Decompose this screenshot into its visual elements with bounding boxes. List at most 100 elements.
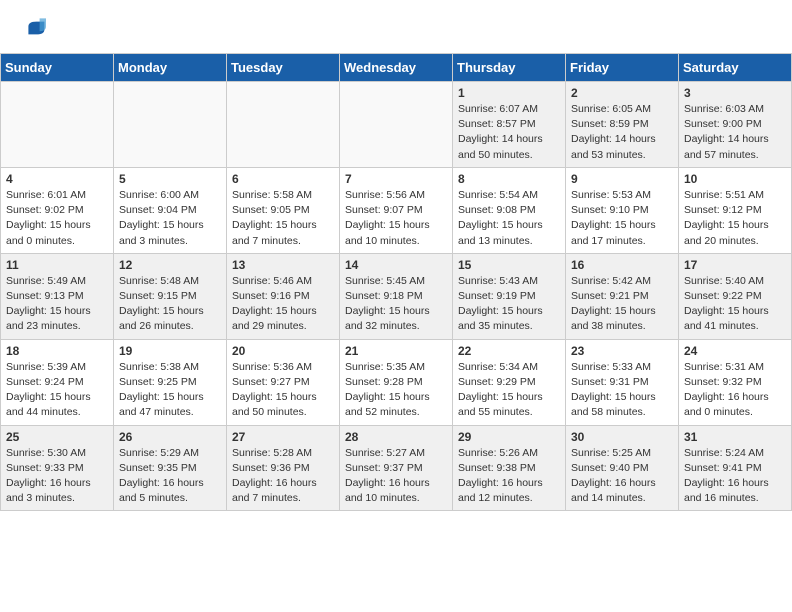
day-header-tuesday: Tuesday <box>227 54 340 82</box>
day-number: 29 <box>458 430 560 444</box>
day-info: Sunrise: 6:01 AMSunset: 9:02 PMDaylight:… <box>6 188 108 249</box>
logo <box>20 16 46 45</box>
day-number: 5 <box>119 172 221 186</box>
calendar-cell: 21 Sunrise: 5:35 AMSunset: 9:28 PMDayligh… <box>340 339 453 425</box>
day-number: 30 <box>571 430 673 444</box>
day-number: 22 <box>458 344 560 358</box>
calendar-cell: 13Sunrise: 5:46 AMSunset: 9:16 PMDayligh… <box>227 253 340 339</box>
day-info: Sunrise: 5:29 AMSunset: 9:35 PMDaylight:… <box>119 446 221 507</box>
calendar-cell: 18 Sunrise: 5:39 AMSunset: 9:24 PMDayligh… <box>1 339 114 425</box>
day-header-thursday: Thursday <box>453 54 566 82</box>
day-number: 3 <box>684 86 786 100</box>
day-number: 25 <box>6 430 108 444</box>
calendar-cell: 25 Sunrise: 5:30 AMSunset: 9:33 PMDayligh… <box>1 425 114 511</box>
calendar-week-row: 18 Sunrise: 5:39 AMSunset: 9:24 PMDayligh… <box>1 339 792 425</box>
day-info: Sunrise: 5:35 AMSunset: 9:28 PMDaylight:… <box>345 360 447 421</box>
day-info: Sunrise: 5:26 AMSunset: 9:38 PMDaylight:… <box>458 446 560 507</box>
calendar-cell: 4 Sunrise: 6:01 AMSunset: 9:02 PMDaylight… <box>1 167 114 253</box>
day-info: Sunrise: 5:58 AMSunset: 9:05 PMDaylight:… <box>232 188 334 249</box>
day-info: Sunrise: 6:00 AMSunset: 9:04 PMDaylight:… <box>119 188 221 249</box>
day-number: 11 <box>6 258 108 272</box>
day-number: 23 <box>571 344 673 358</box>
day-number: 14 <box>345 258 447 272</box>
calendar-cell: 23 Sunrise: 5:33 AMSunset: 9:31 PMDayligh… <box>566 339 679 425</box>
day-number: 6 <box>232 172 334 186</box>
day-info: Sunrise: 5:36 AMSunset: 9:27 PMDaylight:… <box>232 360 334 421</box>
day-info: Sunrise: 5:49 AMSunset: 9:13 PMDaylight:… <box>6 274 108 335</box>
day-info: Sunrise: 5:40 AMSunset: 9:22 PMDaylight:… <box>684 274 786 335</box>
day-number: 27 <box>232 430 334 444</box>
calendar-cell: 15Sunrise: 5:43 AMSunset: 9:19 PMDayligh… <box>453 253 566 339</box>
day-number: 24 <box>684 344 786 358</box>
day-info: Sunrise: 5:39 AMSunset: 9:24 PMDaylight:… <box>6 360 108 421</box>
day-info: Sunrise: 5:46 AMSunset: 9:16 PMDaylight:… <box>232 274 334 335</box>
calendar-cell <box>114 82 227 168</box>
day-info: Sunrise: 5:33 AMSunset: 9:31 PMDaylight:… <box>571 360 673 421</box>
day-header-wednesday: Wednesday <box>340 54 453 82</box>
calendar-cell: 7 Sunrise: 5:56 AMSunset: 9:07 PMDaylight… <box>340 167 453 253</box>
day-header-sunday: Sunday <box>1 54 114 82</box>
day-number: 26 <box>119 430 221 444</box>
calendar-cell: 26 Sunrise: 5:29 AMSunset: 9:35 PMDayligh… <box>114 425 227 511</box>
day-number: 4 <box>6 172 108 186</box>
calendar-cell: 9 Sunrise: 5:53 AMSunset: 9:10 PMDaylight… <box>566 167 679 253</box>
calendar-cell: 30 Sunrise: 5:25 AMSunset: 9:40 PMDayligh… <box>566 425 679 511</box>
day-info: Sunrise: 5:25 AMSunset: 9:40 PMDaylight:… <box>571 446 673 507</box>
calendar-cell: 27Sunrise: 5:28 AMSunset: 9:36 PMDayligh… <box>227 425 340 511</box>
day-number: 1 <box>458 86 560 100</box>
day-info: Sunrise: 5:34 AMSunset: 9:29 PMDaylight:… <box>458 360 560 421</box>
calendar-week-row: 4 Sunrise: 6:01 AMSunset: 9:02 PMDaylight… <box>1 167 792 253</box>
day-info: Sunrise: 5:38 AMSunset: 9:25 PMDaylight:… <box>119 360 221 421</box>
day-header-friday: Friday <box>566 54 679 82</box>
day-number: 8 <box>458 172 560 186</box>
day-info: Sunrise: 5:48 AMSunset: 9:15 PMDaylight:… <box>119 274 221 335</box>
calendar-cell: 31 Sunrise: 5:24 AMSunset: 9:41 PMDayligh… <box>679 425 792 511</box>
calendar-cell: 8 Sunrise: 5:54 AMSunset: 9:08 PMDaylight… <box>453 167 566 253</box>
day-info: Sunrise: 5:53 AMSunset: 9:10 PMDaylight:… <box>571 188 673 249</box>
calendar: SundayMondayTuesdayWednesdayThursdayFrid… <box>0 53 792 511</box>
day-number: 7 <box>345 172 447 186</box>
calendar-cell: 22 Sunrise: 5:34 AMSunset: 9:29 PMDayligh… <box>453 339 566 425</box>
calendar-cell: 10 Sunrise: 5:51 AMSunset: 9:12 PMDayligh… <box>679 167 792 253</box>
day-info: Sunrise: 5:24 AMSunset: 9:41 PMDaylight:… <box>684 446 786 507</box>
day-number: 28 <box>345 430 447 444</box>
header <box>0 0 792 53</box>
day-number: 20 <box>232 344 334 358</box>
day-info: Sunrise: 5:56 AMSunset: 9:07 PMDaylight:… <box>345 188 447 249</box>
day-info: Sunrise: 5:54 AMSunset: 9:08 PMDaylight:… <box>458 188 560 249</box>
calendar-week-row: 11 Sunrise: 5:49 AMSunset: 9:13 PMDayligh… <box>1 253 792 339</box>
day-number: 10 <box>684 172 786 186</box>
calendar-week-row: 25 Sunrise: 5:30 AMSunset: 9:33 PMDayligh… <box>1 425 792 511</box>
day-info: Sunrise: 6:07 AMSunset: 8:57 PMDaylight:… <box>458 102 560 163</box>
day-info: Sunrise: 6:03 AMSunset: 9:00 PMDaylight:… <box>684 102 786 163</box>
day-number: 12 <box>119 258 221 272</box>
calendar-cell <box>227 82 340 168</box>
day-info: Sunrise: 5:31 AMSunset: 9:32 PMDaylight:… <box>684 360 786 421</box>
calendar-cell <box>340 82 453 168</box>
calendar-cell <box>1 82 114 168</box>
day-number: 2 <box>571 86 673 100</box>
day-number: 9 <box>571 172 673 186</box>
day-info: Sunrise: 5:30 AMSunset: 9:33 PMDaylight:… <box>6 446 108 507</box>
calendar-cell: 20 Sunrise: 5:36 AMSunset: 9:27 PMDayligh… <box>227 339 340 425</box>
day-info: Sunrise: 5:43 AMSunset: 9:19 PMDaylight:… <box>458 274 560 335</box>
day-info: Sunrise: 5:51 AMSunset: 9:12 PMDaylight:… <box>684 188 786 249</box>
calendar-cell: 17 Sunrise: 5:40 AMSunset: 9:22 PMDayligh… <box>679 253 792 339</box>
day-number: 17 <box>684 258 786 272</box>
day-number: 31 <box>684 430 786 444</box>
day-info: Sunrise: 6:05 AMSunset: 8:59 PMDaylight:… <box>571 102 673 163</box>
day-number: 16 <box>571 258 673 272</box>
day-header-saturday: Saturday <box>679 54 792 82</box>
calendar-week-row: 1 Sunrise: 6:07 AMSunset: 8:57 PMDaylight… <box>1 82 792 168</box>
calendar-cell: 1 Sunrise: 6:07 AMSunset: 8:57 PMDaylight… <box>453 82 566 168</box>
day-number: 21 <box>345 344 447 358</box>
day-header-monday: Monday <box>114 54 227 82</box>
calendar-cell: 28Sunrise: 5:27 AMSunset: 9:37 PMDayligh… <box>340 425 453 511</box>
calendar-cell: 24 Sunrise: 5:31 AMSunset: 9:32 PMDayligh… <box>679 339 792 425</box>
calendar-cell: 12 Sunrise: 5:48 AMSunset: 9:15 PMDayligh… <box>114 253 227 339</box>
day-number: 19 <box>119 344 221 358</box>
calendar-cell: 29 Sunrise: 5:26 AMSunset: 9:38 PMDayligh… <box>453 425 566 511</box>
calendar-cell: 6 Sunrise: 5:58 AMSunset: 9:05 PMDaylight… <box>227 167 340 253</box>
calendar-cell: 11 Sunrise: 5:49 AMSunset: 9:13 PMDayligh… <box>1 253 114 339</box>
day-number: 18 <box>6 344 108 358</box>
